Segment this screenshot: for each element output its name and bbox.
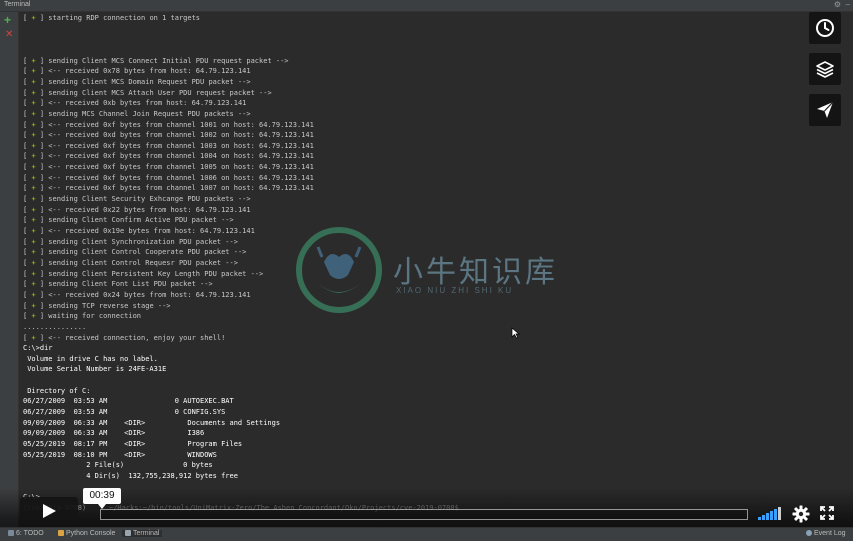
- terminal-line: [ + ] waiting for connection: [23, 312, 142, 321]
- title-bar: Terminal ⚙ –: [0, 0, 853, 12]
- terminal-line: [ + ] <-- received 0xf bytes from channe…: [23, 173, 314, 182]
- todo-icon: [8, 530, 14, 536]
- layers-icon: [816, 61, 834, 78]
- terminal-line: [ + ] <-- received 0xf bytes from channe…: [23, 120, 314, 129]
- status-tab-todo[interactable]: 6: TODO: [8, 530, 44, 537]
- terminal-line: Volume in drive C has no label.: [23, 354, 158, 363]
- event-log-button[interactable]: Event Log: [806, 530, 846, 537]
- status-bar: 6: TODO Python Console Terminal Event Lo…: [0, 527, 853, 541]
- terminal-line: 2 File(s) 0 bytes: [23, 461, 213, 470]
- terminal-line: 05/25/2019 08:17 PM <DIR> Program Files: [23, 440, 243, 448]
- settings-icon[interactable]: ⚙: [834, 0, 841, 9]
- play-button[interactable]: [20, 497, 78, 524]
- share-button[interactable]: [809, 94, 841, 126]
- volume-bar: [766, 513, 769, 520]
- status-tab-terminal[interactable]: Terminal: [122, 530, 163, 537]
- watch-later-button[interactable]: [809, 12, 841, 44]
- clock-icon: [816, 19, 834, 37]
- terminal-line: [ + ] sending Client Font List PDU packe…: [23, 280, 213, 289]
- terminal-line: 09/09/2009 06:33 AM <DIR> Documents and …: [23, 418, 281, 427]
- volume-bar: [770, 511, 773, 520]
- terminal-line: ...............: [23, 322, 87, 331]
- terminal-line: 05/25/2019 08:10 PM <DIR> WINDOWS: [23, 450, 217, 459]
- terminal-line: [ + ] sending Client Control Cooperate P…: [23, 248, 247, 257]
- terminal-line: [ + ] <-- received 0xf bytes from channe…: [23, 163, 314, 172]
- send-icon: [817, 101, 834, 118]
- terminal-line: [ + ] sending MCS Channel Join Request P…: [23, 109, 251, 118]
- volume-bar: [762, 515, 765, 520]
- watermark-logo: [296, 227, 382, 313]
- terminal-line: [ + ] sending Client Synchronization PDU…: [23, 237, 238, 246]
- status-tab-label: Terminal: [133, 530, 160, 537]
- terminal-line: [ + ] <-- received 0xf bytes from channe…: [23, 184, 314, 193]
- progress-bar[interactable]: [100, 509, 748, 520]
- terminal-line: [ + ] <-- received 0x22 bytes from host:…: [23, 205, 251, 214]
- mouse-cursor-icon: [511, 327, 520, 339]
- terminal-toolbar: + ✕: [0, 12, 19, 527]
- terminal-line: [ + ] sending Client Confirm Active PDU …: [23, 216, 234, 225]
- event-log-icon: [806, 530, 812, 536]
- terminal-line: [ + ] starting RDP connection on 1 targe…: [23, 14, 201, 22]
- terminal-line: [ + ] <-- received connection, enjoy you…: [23, 333, 226, 342]
- watermark-subtext: XIAO NIU ZHI SHI KU: [396, 286, 514, 295]
- terminal-line: Volume Serial Number is 24FE-A31E: [23, 365, 167, 374]
- terminal-line: Directory of C:: [23, 386, 91, 395]
- terminal-line: [ + ] sending Client Control Requesr PDU…: [23, 258, 238, 267]
- terminal-line: 4 Dir(s) 132,755,238,912 bytes free: [23, 471, 238, 480]
- terminal-line: [ + ] sending Client MCS Attach User PDU…: [23, 88, 272, 97]
- terminal-icon: [125, 530, 131, 536]
- terminal-line: [ + ] <-- received 0xf bytes from channe…: [23, 152, 314, 161]
- terminal-line: [ + ] <-- received 0xb bytes from host: …: [23, 99, 247, 108]
- status-tab-label: 6: TODO: [16, 530, 44, 537]
- terminal-line: [ + ] <-- received 0x78 bytes from host:…: [23, 67, 251, 76]
- terminal-line: [ + ] sending Client MCS Domain Request …: [23, 77, 251, 86]
- python-icon: [58, 530, 64, 536]
- current-time-tooltip: 00:39: [83, 488, 121, 509]
- terminal-line: [ + ] sending Client MCS Connect Initial…: [23, 56, 289, 65]
- terminal-line: [ + ] <-- received 0x19e bytes from host…: [23, 227, 255, 235]
- terminal-line: [ + ] <-- received 0xf bytes from channe…: [23, 141, 314, 150]
- window-title: Terminal: [4, 1, 31, 8]
- new-session-icon[interactable]: +: [4, 13, 11, 27]
- terminal-line: 06/27/2009 03:53 AM 0 CONFIG.SYS: [23, 408, 226, 417]
- minimize-icon[interactable]: –: [846, 0, 850, 9]
- terminal-line: [ + ] sending TCP reverse stage -->: [23, 301, 171, 310]
- terminal-line: [ + ] sending Client Security Exhcange P…: [23, 195, 251, 204]
- terminal-line: 06/27/2009 03:53 AM 0 AUTOEXEC.BAT: [23, 397, 234, 406]
- event-log-label: Event Log: [814, 530, 846, 537]
- collections-button[interactable]: [809, 53, 841, 85]
- status-tab-label: Python Console: [66, 530, 116, 537]
- play-icon: [43, 504, 56, 518]
- volume-bar: [758, 517, 761, 520]
- status-tab-python-console[interactable]: Python Console: [58, 530, 115, 537]
- terminal-line: 09/09/2009 06:33 AM <DIR> I386: [23, 429, 205, 438]
- fullscreen-icon[interactable]: [820, 506, 834, 520]
- volume-bar: [774, 509, 777, 520]
- terminal-line: C:\>dir: [23, 344, 53, 353]
- close-session-icon[interactable]: ✕: [5, 29, 13, 40]
- settings-gear-icon[interactable]: [792, 505, 810, 523]
- terminal-line: [ + ] <-- received 0xd bytes from channe…: [23, 131, 314, 140]
- volume-icon[interactable]: [758, 506, 782, 520]
- terminal-line: [ + ] sending Client Persistent Key Leng…: [23, 269, 264, 278]
- terminal-line: [ + ] <-- received 0x24 bytes from host:…: [23, 290, 251, 299]
- watermark-text: 小牛知识库: [393, 255, 558, 290]
- volume-bar: [778, 507, 781, 520]
